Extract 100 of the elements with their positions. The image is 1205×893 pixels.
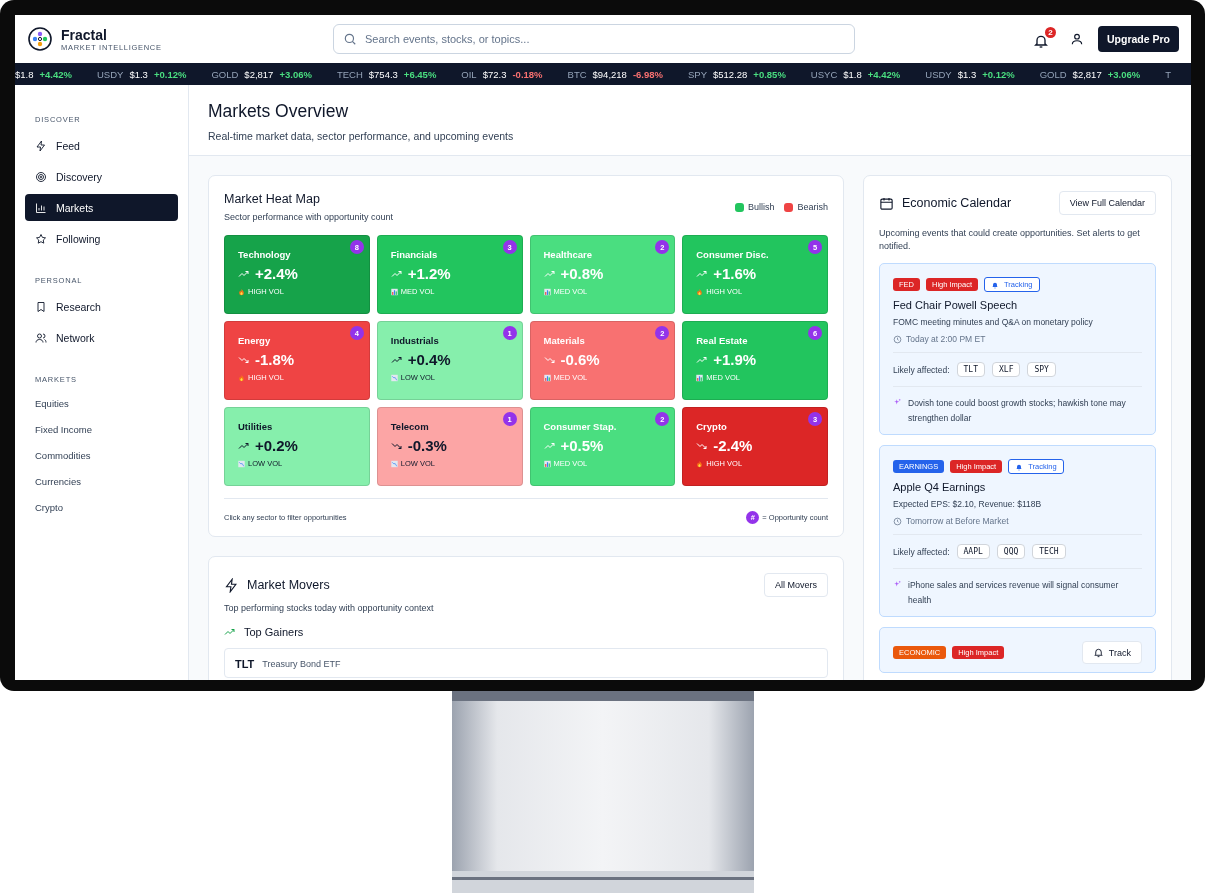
ticker-symbol: SPY bbox=[688, 68, 707, 80]
sector-name: Consumer Stap. bbox=[543, 421, 617, 432]
bell-icon bbox=[1015, 462, 1024, 471]
affected-label: Likely affected: bbox=[893, 364, 950, 375]
notifications-button[interactable]: 2 bbox=[1031, 27, 1056, 51]
section-title: Top Gainers bbox=[244, 626, 304, 638]
page-title: Markets Overview bbox=[208, 101, 350, 122]
chart-down-icon bbox=[238, 459, 245, 468]
card-subtitle: Upcoming events that could create opportunities. Set alerts to get notified. bbox=[879, 227, 1141, 253]
event-description: FOMC meeting minutes and Q&A on monetary policy bbox=[893, 317, 1094, 327]
sector-name: Telecom bbox=[390, 421, 429, 432]
card-subtitle: Sector performance with opportunity count bbox=[224, 212, 394, 222]
sector-name: Real Estate bbox=[696, 335, 748, 346]
sector-change: -0.3% bbox=[407, 437, 447, 454]
event-card[interactable] bbox=[879, 263, 1156, 435]
target-icon bbox=[35, 170, 47, 183]
legend-label: Bullish bbox=[747, 202, 775, 212]
ticker-chip[interactable]: AAPL bbox=[956, 544, 990, 559]
ticker-change: +4.42% bbox=[39, 68, 72, 80]
stock-name: Treasury Bond ETF bbox=[262, 659, 341, 669]
event-card[interactable] bbox=[879, 445, 1156, 617]
sidebar-item[interactable]: Following bbox=[25, 225, 178, 252]
sector-change: -1.8% bbox=[255, 351, 295, 368]
clock-icon bbox=[893, 334, 902, 344]
card-title: Market Movers bbox=[247, 578, 330, 592]
sector-change: +0.5% bbox=[560, 437, 604, 454]
ticker-price: $1.8 bbox=[15, 68, 34, 80]
bar-chart-icon bbox=[543, 373, 551, 382]
page-subtitle: Real-time market data, sector performance, and upcoming events bbox=[208, 130, 515, 142]
event-time: Today at 2:00 PM ET bbox=[906, 334, 986, 344]
ticker-chip[interactable]: SPY bbox=[1027, 362, 1056, 377]
affected-label: Likely affected: bbox=[893, 546, 950, 557]
sidebar-item[interactable]: Equities bbox=[25, 392, 178, 414]
bar-chart-icon bbox=[696, 373, 704, 382]
bookmark-icon bbox=[35, 300, 47, 313]
ticker-price: $754.3 bbox=[368, 68, 398, 80]
ticker-symbol: USDY bbox=[925, 68, 952, 80]
bolt-icon bbox=[224, 577, 239, 593]
ticker-price: $2,817 bbox=[1072, 68, 1102, 80]
sector-name: Industrials bbox=[390, 335, 439, 346]
ticker-price: $72.3 bbox=[482, 68, 507, 80]
sector-change: -2.4% bbox=[713, 437, 753, 454]
sidebar-item[interactable]: Feed bbox=[25, 132, 178, 159]
card-title: Economic Calendar bbox=[902, 196, 1012, 210]
sector-name: Crypto bbox=[696, 421, 727, 432]
bar-chart-icon bbox=[543, 287, 551, 296]
logo-icon bbox=[28, 27, 52, 51]
clock-icon bbox=[893, 516, 902, 526]
bar-chart-icon bbox=[543, 459, 551, 468]
track-button[interactable]: Track bbox=[1081, 641, 1142, 664]
bell-icon bbox=[1033, 33, 1049, 49]
sector-change: +0.8% bbox=[560, 265, 604, 282]
sector-name: Utilities bbox=[238, 421, 273, 432]
bell-icon bbox=[1092, 647, 1104, 658]
ticker-change: +6.45% bbox=[403, 68, 437, 80]
ticker-symbol: USYC bbox=[810, 68, 838, 80]
sector-change: +0.2% bbox=[255, 437, 298, 454]
search-field[interactable]: Search events, stocks, or topics... bbox=[333, 24, 855, 54]
sector-name: Consumer Disc. bbox=[696, 249, 769, 260]
sidebar-item[interactable]: Currencies bbox=[25, 470, 178, 492]
mover-row[interactable]: TLT Treasury Bond ETF bbox=[224, 648, 828, 678]
event-description: Expected EPS: $2.10, Revenue: $118B bbox=[893, 499, 1043, 509]
chart-down-icon bbox=[390, 373, 398, 382]
bell-icon bbox=[991, 280, 1000, 289]
ticker-chip[interactable]: QQQ bbox=[996, 544, 1026, 559]
card-title: Market Heat Map bbox=[224, 192, 321, 206]
ticker-change: +3.06% bbox=[1107, 68, 1141, 80]
sector-change: +1.2% bbox=[407, 265, 451, 282]
ticker-symbol: GOLD bbox=[211, 68, 239, 80]
legend-label: Bearish bbox=[797, 202, 828, 212]
sidebar-item[interactable]: Discovery bbox=[25, 163, 178, 190]
ticker-chip[interactable]: TECH bbox=[1032, 544, 1066, 559]
sector-change: +2.4% bbox=[255, 265, 298, 282]
sector-name: Healthcare bbox=[543, 249, 593, 260]
sidebar-item[interactable]: Network bbox=[25, 324, 178, 351]
stock-symbol: TLT bbox=[235, 658, 255, 670]
notification-badge: 2 bbox=[1045, 27, 1056, 38]
ticker-change: +0.85% bbox=[753, 68, 786, 80]
flame-icon bbox=[696, 459, 704, 468]
ticker-change: +3.06% bbox=[279, 68, 312, 80]
ticker-symbol: T bbox=[1165, 68, 1171, 80]
user-icon[interactable] bbox=[1070, 32, 1084, 46]
view-calendar-button[interactable]: View Full Calendar bbox=[1058, 191, 1156, 215]
ticker-change: -0.18% bbox=[512, 68, 543, 80]
ticker-price: $1.8 bbox=[843, 68, 862, 80]
people-icon bbox=[35, 331, 47, 344]
ticker-chip[interactable]: TLT bbox=[956, 362, 985, 377]
upgrade-button[interactable]: Upgrade Pro bbox=[1098, 26, 1179, 52]
sidebar-item[interactable]: Fixed Income bbox=[25, 418, 178, 440]
card-subtitle: Top performing stocks today with opportunity context bbox=[224, 603, 435, 613]
sidebar-item[interactable]: Crypto bbox=[25, 496, 178, 518]
sidebar-item[interactable]: Commodities bbox=[25, 444, 178, 466]
ticker-chip[interactable]: XLF bbox=[992, 362, 1021, 377]
ticker-symbol: OIL bbox=[461, 68, 477, 80]
event-title: Fed Chair Powell Speech bbox=[893, 299, 1019, 311]
sector-name: Financials bbox=[390, 249, 438, 260]
all-movers-button[interactable]: All Movers bbox=[764, 573, 828, 597]
ticker-change: +0.12% bbox=[982, 68, 1015, 80]
sidebar-item[interactable]: Markets bbox=[25, 194, 178, 221]
sidebar-item[interactable]: Research bbox=[25, 293, 178, 320]
